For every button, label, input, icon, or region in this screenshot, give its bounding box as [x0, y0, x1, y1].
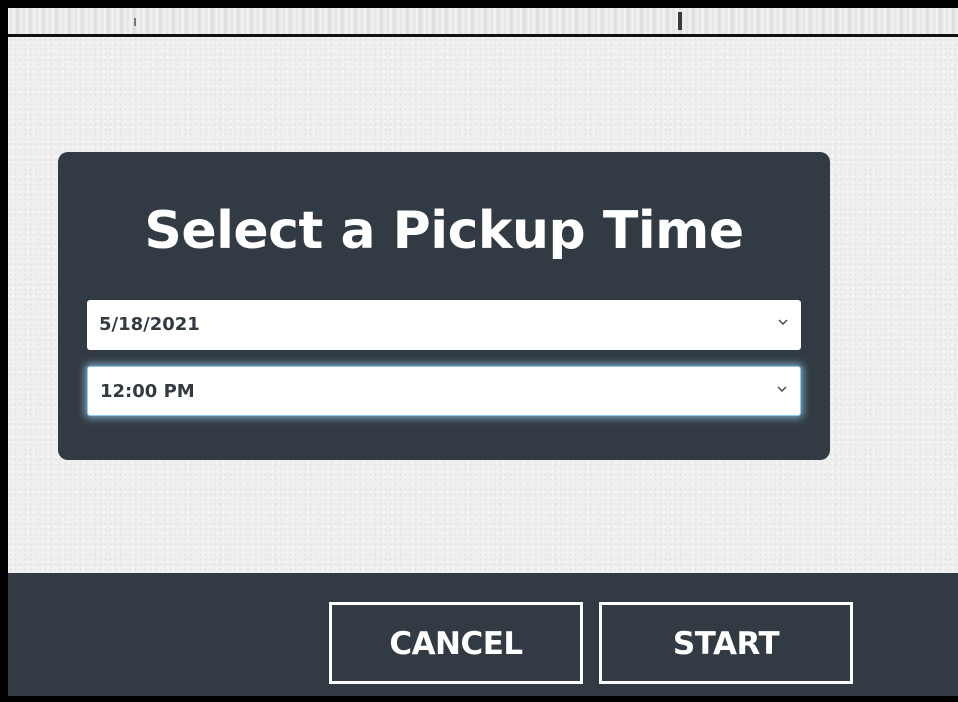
cancel-button[interactable]: CANCEL — [329, 602, 583, 684]
dialog-title: Select a Pickup Time — [144, 201, 744, 261]
pickup-time-value: 12:00 PM — [100, 381, 195, 402]
action-bar: CANCEL START — [8, 573, 958, 696]
top-banner-image — [8, 8, 958, 37]
banner-decoration — [678, 12, 682, 30]
start-button[interactable]: START — [599, 602, 853, 684]
pickup-date-value: 5/18/2021 — [99, 314, 200, 335]
app-window: Select a Pickup Time 5/18/2021 12:00 PM … — [0, 0, 958, 702]
banner-decoration — [134, 18, 136, 26]
pickup-date-select[interactable]: 5/18/2021 — [87, 300, 801, 350]
pickup-time-dialog: Select a Pickup Time 5/18/2021 12:00 PM — [58, 152, 830, 460]
pickup-time-select[interactable]: 12:00 PM — [87, 366, 801, 416]
content-area: Select a Pickup Time 5/18/2021 12:00 PM — [8, 37, 958, 573]
chevron-down-icon — [778, 319, 788, 325]
chevron-down-icon — [777, 386, 787, 392]
